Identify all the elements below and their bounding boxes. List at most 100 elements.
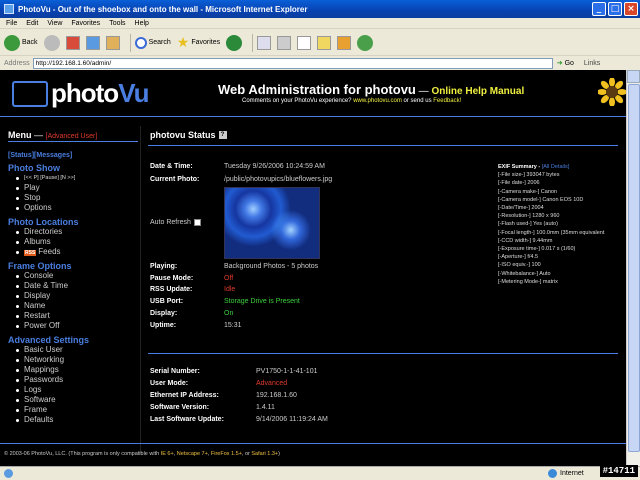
sidebar-item-date-time[interactable]: Date & Time: [16, 281, 138, 291]
sidebar-item-albums[interactable]: Albums: [16, 237, 138, 247]
status-divider: [148, 145, 618, 146]
go-label: Go: [564, 59, 574, 67]
favorites-button[interactable]: ★ Favorites: [177, 34, 220, 51]
vertical-scrollbar[interactable]: [626, 70, 640, 466]
sub-mid: or send us: [401, 98, 434, 104]
scroll-thumb[interactable]: [628, 84, 640, 452]
search-button[interactable]: Search: [134, 36, 171, 49]
refresh-button[interactable]: [85, 35, 100, 50]
discuss-icon: [317, 35, 332, 50]
minimize-button[interactable]: _: [592, 2, 606, 16]
status-messages-tabs[interactable]: [Status][Messages]: [8, 152, 138, 159]
sidebar-item-passwords[interactable]: Passwords: [16, 375, 138, 385]
sidebar-item-directories[interactable]: Directories: [16, 227, 138, 237]
section-photo-show: Photo Show: [8, 163, 60, 173]
back-button[interactable]: Back: [4, 34, 38, 51]
date-time-label: Date & Time:: [150, 163, 193, 170]
sunflower-icon: [598, 78, 626, 106]
sidebar-item-name[interactable]: Name: [16, 301, 138, 311]
sidebar-item-stop[interactable]: Stop: [16, 193, 138, 203]
close-button[interactable]: ×: [624, 2, 638, 16]
sidebar-item-restart[interactable]: Restart: [16, 311, 138, 321]
sidebar-item-play[interactable]: Play: [16, 183, 138, 193]
sidebar-item-networking[interactable]: Networking: [16, 355, 138, 365]
website-link[interactable]: www.photovu.com: [353, 98, 402, 104]
menu-file[interactable]: File: [6, 20, 17, 27]
address-input[interactable]: http://192.168.1.60/admin/: [32, 57, 553, 69]
last-update-value: 9/14/2006 11:19:24 AM: [256, 416, 328, 423]
usb-port-value: Storage Drive is Present: [224, 298, 300, 305]
photovu-logo[interactable]: photoVu: [12, 78, 149, 109]
help-icon[interactable]: ?: [218, 131, 227, 139]
current-photo-thumbnail[interactable]: [224, 187, 320, 259]
firefox-link[interactable]: FireFox 1.5+: [211, 451, 242, 457]
history-button[interactable]: [226, 34, 243, 51]
maximize-button[interactable]: □: [608, 2, 622, 16]
status-heading: photovu Status ?: [150, 130, 227, 140]
exif-line: [-Exposure time-] 0.017 s (1/60): [498, 246, 576, 253]
uptime-value: 15:31: [224, 322, 242, 329]
exif-line: [-Camera make-] Canon: [498, 188, 557, 195]
home-button[interactable]: [105, 35, 120, 50]
sidebar-item-power-off[interactable]: Power Off: [16, 321, 138, 331]
window-title: PhotoVu - Out of the shoebox and onto th…: [18, 4, 308, 14]
sidebar-item-mappings[interactable]: Mappings: [16, 365, 138, 375]
menu-view[interactable]: View: [47, 20, 62, 27]
sidebar-item-logs[interactable]: Logs: [16, 385, 138, 395]
stop-button[interactable]: [65, 35, 80, 50]
last-update-label: Last Software Update:: [150, 416, 224, 423]
auto-refresh-control: Auto Refresh: [150, 219, 201, 226]
menu-tools[interactable]: Tools: [109, 20, 125, 27]
logo-main: photo: [51, 78, 119, 108]
search-label: Search: [148, 39, 171, 46]
back-label: Back: [22, 39, 38, 46]
links-button[interactable]: Links: [584, 60, 600, 67]
help-manual-link[interactable]: Online Help Manual: [431, 86, 524, 97]
exif-summary: EXIF Summary - [All Details] [-File size…: [498, 163, 623, 286]
feedback-link[interactable]: Feedback!: [433, 98, 461, 104]
exif-line: [-ISO equiv.-] 100: [498, 262, 541, 269]
print-button[interactable]: [277, 35, 292, 50]
frame-logo-icon: [12, 80, 48, 107]
edit-button[interactable]: [297, 35, 312, 50]
address-url: http://192.168.1.60/admin/: [35, 59, 112, 67]
research-button[interactable]: [337, 35, 352, 50]
sidebar-item-defaults[interactable]: Defaults: [16, 415, 138, 425]
serial-label: Serial Number:: [150, 368, 200, 375]
sidebar-item-basic-user[interactable]: Basic User: [16, 345, 138, 355]
display-value: On: [224, 310, 234, 317]
sidebar-item-console[interactable]: Console: [16, 271, 138, 281]
mail-button[interactable]: [257, 35, 272, 50]
discuss-button[interactable]: [317, 35, 332, 50]
user-mode-link[interactable]: [Advanced User]: [46, 133, 98, 140]
auto-refresh-checkbox[interactable]: [193, 219, 201, 226]
title-bar: PhotoVu - Out of the shoebox and onto th…: [0, 0, 640, 18]
menu-favorites[interactable]: Favorites: [71, 20, 100, 27]
sidebar-item-feeds[interactable]: RSS Feeds: [16, 247, 138, 257]
go-button[interactable]: ➜ Go: [557, 59, 574, 68]
user-mode-value: Advanced: [256, 380, 288, 387]
zone-label: Internet: [560, 470, 584, 477]
exif-all-details-link[interactable]: [All Details]: [542, 164, 570, 170]
sidebar-item-options[interactable]: Options: [16, 203, 138, 213]
netscape-link[interactable]: Netscape 7+: [177, 451, 208, 457]
forward-button[interactable]: [43, 34, 60, 51]
menu-help[interactable]: Help: [135, 20, 149, 27]
messenger-button[interactable]: [357, 34, 374, 51]
date-time-value: Tuesday 9/26/2006 10:24:59 AM: [224, 163, 325, 170]
sidebar-item-display[interactable]: Display: [16, 291, 138, 301]
rss-update-label: RSS Update:: [150, 286, 193, 293]
history-icon: [226, 34, 243, 51]
sidebar-item-software[interactable]: Software: [16, 395, 138, 405]
ie-link[interactable]: IE 6+: [161, 451, 174, 457]
safari-link[interactable]: Safari 1.3+: [251, 451, 278, 457]
edit-icon: [297, 35, 312, 50]
serial-value: PV1750-1-1-41-101: [256, 368, 318, 375]
toolbar: Back Search ★ Favorites: [0, 30, 640, 56]
pause-mode-value: Off: [224, 275, 234, 282]
sidebar-item-frame[interactable]: Frame: [16, 405, 138, 415]
scroll-up-arrow[interactable]: [627, 70, 640, 83]
menu-edit[interactable]: Edit: [26, 20, 38, 27]
prev-pause-next-controls[interactable]: [<< P] [Pause] [N >>]: [16, 173, 138, 183]
photo-locations-list: Directories Albums RSS Feeds: [16, 227, 138, 257]
